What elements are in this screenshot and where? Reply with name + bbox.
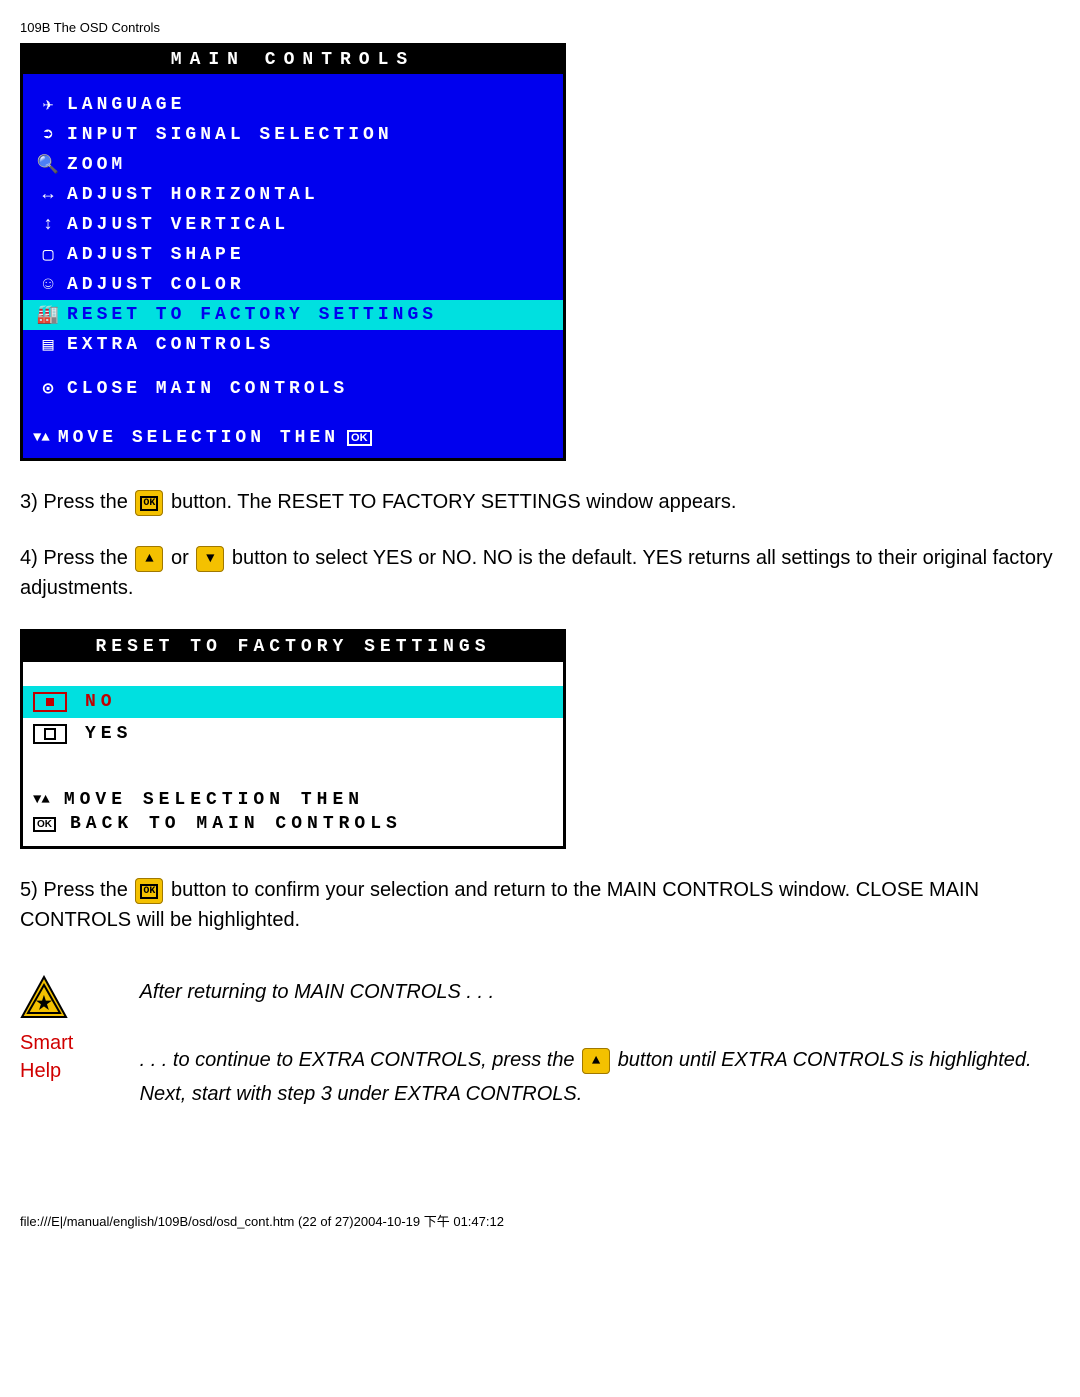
reset-option-yes[interactable]: YES: [23, 718, 563, 750]
osd-item-extra-controls[interactable]: ▤ EXTRA CONTROLS: [23, 330, 563, 360]
osd-item-label: ADJUST VERTICAL: [67, 215, 289, 235]
text: 4) Press the: [20, 547, 133, 569]
separator: [23, 360, 563, 374]
osd-item-label: ADJUST HORIZONTAL: [67, 185, 319, 205]
text: MOVE SELECTION THEN: [64, 790, 364, 810]
text: 3) Press the: [20, 491, 133, 513]
gap: [23, 662, 563, 686]
warning-icon: ★: [20, 975, 68, 1029]
osd-main-controls: MAIN CONTROLS ✈ LANGUAGE ➲ INPUT SIGNAL …: [20, 43, 566, 461]
osd-item-label: CLOSE MAIN CONTROLS: [67, 379, 348, 399]
text: button to confirm your selection and ret…: [20, 879, 979, 931]
input-icon: ➲: [33, 124, 67, 146]
osd-item-input-signal[interactable]: ➲ INPUT SIGNAL SELECTION: [23, 120, 563, 150]
zoom-icon: 🔍: [33, 154, 67, 176]
svg-text:★: ★: [36, 993, 53, 1013]
radio-unselected-icon: [33, 724, 67, 744]
horizontal-icon: ↔: [33, 185, 67, 205]
radio-selected-icon: [33, 692, 67, 712]
text: BACK TO MAIN CONTROLS: [70, 814, 402, 834]
osd-item-label: LANGUAGE: [67, 95, 185, 115]
down-button-icon: ▼: [196, 546, 224, 572]
reset-option-no[interactable]: NO: [23, 686, 563, 718]
vertical-icon: ↕: [33, 215, 67, 235]
up-button-icon: ▲: [582, 1048, 610, 1074]
osd-item-label: ADJUST COLOR: [67, 275, 245, 295]
text: . . . to continue to EXTRA CONTROLS, pre…: [140, 1049, 581, 1071]
osd-help-text: MOVE SELECTION THEN: [58, 428, 339, 448]
palette-icon: ☺: [33, 275, 67, 295]
gap: [23, 750, 563, 774]
shape-icon: ▢: [33, 244, 67, 266]
smart-help-body: After returning to MAIN CONTROLS . . . .…: [140, 975, 1060, 1111]
osd-item-adjust-vertical[interactable]: ↕ ADJUST VERTICAL: [23, 210, 563, 240]
instruction-5: 5) Press the OK button to confirm your s…: [20, 875, 1060, 935]
up-button-icon: ▲: [135, 546, 163, 572]
osd-item-language[interactable]: ✈ LANGUAGE: [23, 90, 563, 120]
osd-item-label: INPUT SIGNAL SELECTION: [67, 125, 393, 145]
ok-button-icon: OK: [135, 878, 163, 904]
help-text: Help: [20, 1060, 61, 1082]
osd-item-close[interactable]: ⊙ CLOSE MAIN CONTROLS: [23, 374, 563, 404]
page-footer: file:///E|/manual/english/109B/osd/osd_c…: [20, 1211, 1060, 1230]
osd-reset-window: RESET TO FACTORY SETTINGS NO YES ▼▲ MOVE…: [20, 629, 566, 849]
close-down-icon: ⊙: [33, 378, 67, 400]
ok-icon: OK: [33, 817, 56, 832]
smart-help-label: ★ Smart Help: [20, 975, 120, 1085]
reset-help-row-2: OK BACK TO MAIN CONTROLS: [33, 812, 553, 836]
osd-item-label: RESET TO FACTORY SETTINGS: [67, 305, 437, 325]
ok-icon: OK: [347, 430, 372, 446]
osd-item-adjust-horizontal[interactable]: ↔ ADJUST HORIZONTAL: [23, 180, 563, 210]
updown-icon: ▼▲: [33, 430, 50, 446]
reset-help-row-1: ▼▲ MOVE SELECTION THEN: [33, 788, 553, 812]
list-icon: ▤: [33, 334, 67, 356]
osd-item-reset-factory[interactable]: 🏭 RESET TO FACTORY SETTINGS: [23, 300, 563, 330]
separator: [23, 404, 563, 418]
option-label: YES: [85, 724, 132, 744]
factory-icon: 🏭: [33, 304, 67, 326]
osd-item-adjust-color[interactable]: ☺ ADJUST COLOR: [23, 270, 563, 300]
osd-title: MAIN CONTROLS: [23, 46, 563, 74]
ok-button-icon: OK: [135, 490, 163, 516]
updown-icon: ▼▲: [33, 792, 50, 808]
osd-item-label: ADJUST SHAPE: [67, 245, 245, 265]
option-label: NO: [85, 692, 117, 712]
globe-icon: ✈: [33, 94, 67, 116]
text: or: [171, 547, 194, 569]
osd-help-row: ▼▲ MOVE SELECTION THEN OK: [23, 418, 563, 458]
reset-title: RESET TO FACTORY SETTINGS: [23, 632, 563, 662]
osd-item-adjust-shape[interactable]: ▢ ADJUST SHAPE: [23, 240, 563, 270]
page-header: 109B The OSD Controls: [20, 20, 1060, 35]
instruction-3: 3) Press the OK button. The RESET TO FAC…: [20, 487, 1060, 517]
smart-text: Smart: [20, 1032, 73, 1054]
osd-item-label: EXTRA CONTROLS: [67, 335, 274, 355]
text: button. The RESET TO FACTORY SETTINGS wi…: [171, 491, 736, 513]
instruction-4: 4) Press the ▲ or ▼ button to select YES…: [20, 543, 1060, 603]
osd-content: ✈ LANGUAGE ➲ INPUT SIGNAL SELECTION 🔍 ZO…: [23, 74, 563, 458]
text: 5) Press the: [20, 879, 133, 901]
smart-line-2: . . . to continue to EXTRA CONTROLS, pre…: [140, 1043, 1060, 1111]
osd-item-zoom[interactable]: 🔍 ZOOM: [23, 150, 563, 180]
osd-item-label: ZOOM: [67, 155, 126, 175]
smart-help-section: ★ Smart Help After returning to MAIN CON…: [20, 975, 1060, 1111]
reset-help: ▼▲ MOVE SELECTION THEN OK BACK TO MAIN C…: [23, 774, 563, 846]
smart-line-1: After returning to MAIN CONTROLS . . .: [140, 975, 1060, 1009]
